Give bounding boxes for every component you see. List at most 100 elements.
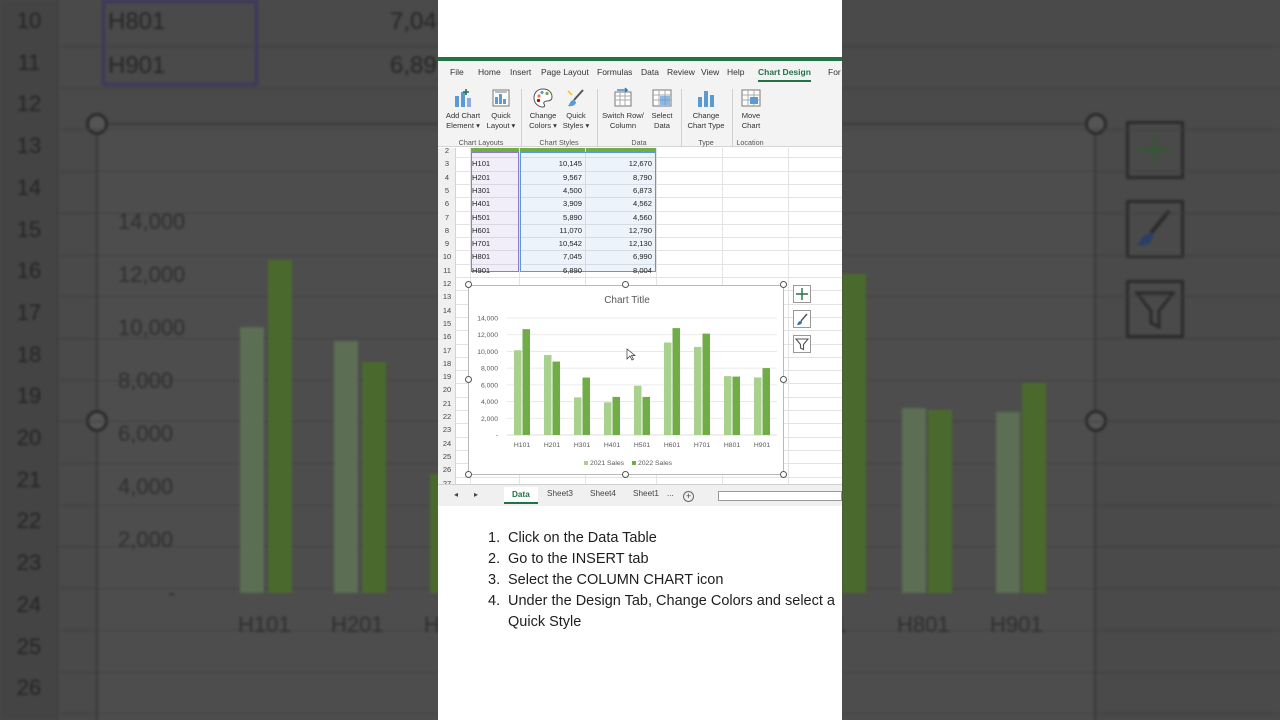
cell-2021-sales[interactable]: 10,145 [520, 157, 582, 170]
horizontal-scrollbar[interactable] [718, 491, 842, 501]
bar-2022-sales[interactable] [642, 396, 651, 435]
cell-item[interactable]: H601 [472, 224, 490, 237]
resize-handle[interactable] [465, 281, 472, 288]
row-number[interactable]: 23 [438, 423, 456, 436]
change-chart-type-button[interactable]: Change Chart Type [684, 87, 728, 131]
cell-2022-sales[interactable]: 12,130 [586, 237, 652, 250]
resize-handle[interactable] [622, 471, 629, 478]
bar-2021-sales[interactable] [574, 397, 582, 435]
cell-2022-sales[interactable]: 6,990 [586, 250, 652, 263]
sheet-tab-sheet4[interactable]: Sheet4 [590, 489, 616, 498]
resize-handle[interactable] [780, 471, 787, 478]
tab-home[interactable]: Home [478, 67, 501, 77]
legend-label[interactable]: 2021 Sales [590, 460, 625, 467]
sheet-tab-sheet1[interactable]: Sheet1 [633, 489, 659, 498]
sheet-tab-data[interactable]: Data [504, 487, 538, 504]
cell-2021-sales[interactable]: 5,890 [520, 211, 582, 224]
tab-page-layout[interactable]: Page Layout [541, 67, 589, 77]
column-chart[interactable]: Chart Title - 2,000 4,000 6,000 8,000 10,000 12… [468, 285, 784, 475]
cell-item[interactable]: H701 [472, 237, 490, 250]
cell-item[interactable]: H101 [472, 157, 490, 170]
row-number[interactable]: 15 [438, 317, 456, 330]
table-row[interactable]: H401 3,909 4,562 [438, 197, 658, 210]
table-row[interactable]: H801 7,045 6,990 [438, 250, 658, 263]
bar-2022-sales[interactable] [612, 396, 621, 435]
row-number[interactable]: 27 [438, 477, 456, 485]
change-colors-button[interactable]: Change Colors ▾ [525, 87, 561, 131]
resize-handle[interactable] [465, 376, 472, 383]
cell-item[interactable]: H801 [472, 250, 490, 263]
row-number[interactable]: 24 [438, 437, 456, 450]
row-number[interactable]: 19 [438, 370, 456, 383]
tab-data[interactable]: Data [641, 67, 659, 77]
scroll-right-icon[interactable]: ▸ [474, 489, 478, 499]
row-number[interactable]: 18 [438, 357, 456, 370]
row-number[interactable]: 22 [438, 410, 456, 423]
bar-2022-sales[interactable] [672, 328, 681, 435]
cell-2021-sales[interactable]: 6,890 [520, 264, 582, 277]
tab-for[interactable]: For [828, 67, 841, 77]
move-chart-button[interactable]: Move Chart [735, 87, 767, 131]
cell-item[interactable]: H301 [472, 184, 490, 197]
resize-handle[interactable] [780, 376, 787, 383]
table-row[interactable]: H901 6,890 8,004 [438, 264, 658, 277]
tab-review[interactable]: Review [667, 67, 695, 77]
tab-formulas[interactable]: Formulas [597, 67, 632, 77]
cell-2022-sales[interactable]: 12,790 [586, 224, 652, 237]
resize-handle[interactable] [622, 281, 629, 288]
table-row[interactable]: H601 11,070 12,790 [438, 224, 658, 237]
bar-2021-sales[interactable] [544, 355, 552, 435]
row-number[interactable]: 12 [438, 277, 456, 290]
add-chart-element-button[interactable]: Add Chart Element ▾ [444, 87, 482, 131]
table-row[interactable]: H701 10,542 12,130 [438, 237, 658, 250]
row-number[interactable]: 26 [438, 463, 456, 476]
switch-row-column-button[interactable]: Switch Row/Column [600, 87, 646, 131]
bar-2021-sales[interactable] [604, 402, 612, 435]
bar-2022-sales[interactable] [582, 377, 591, 435]
cell-2021-sales[interactable]: 11,070 [520, 224, 582, 237]
row-number[interactable]: 14 [438, 304, 456, 317]
resize-handle[interactable] [465, 471, 472, 478]
table-row[interactable]: H301 4,500 6,873 [438, 184, 658, 197]
cell-2021-sales[interactable]: 7,045 [520, 250, 582, 263]
cell-item[interactable]: H501 [472, 211, 490, 224]
cell-2021-sales[interactable]: 3,909 [520, 197, 582, 210]
sheet-tab-sheet3[interactable]: Sheet3 [547, 489, 573, 498]
cell-item[interactable]: H401 [472, 197, 490, 210]
chart-filters-button[interactable] [793, 335, 811, 353]
quick-layout-button[interactable]: Quick Layout ▾ [484, 87, 518, 131]
legend-label[interactable]: 2022 Sales [638, 460, 673, 467]
worksheet[interactable]: 2 3 4 5 6 7 8 9 10 11 12 13 14 15 16 17 18 19 20 21 22 23 24 25… [438, 148, 842, 484]
table-row[interactable]: H201 9,567 8,790 [438, 171, 658, 184]
bar-2022-sales[interactable] [552, 361, 561, 435]
bar-2021-sales[interactable] [754, 377, 762, 435]
cell-item[interactable]: H901 [472, 264, 490, 277]
tab-help[interactable]: Help [727, 67, 744, 77]
chart-title[interactable]: Chart Title [604, 295, 650, 306]
cell-2021-sales[interactable]: 10,542 [520, 237, 582, 250]
bar-2021-sales[interactable] [694, 346, 702, 435]
tab-chart-design[interactable]: Chart Design [758, 67, 811, 82]
row-number[interactable]: 17 [438, 344, 456, 357]
scroll-left-icon[interactable]: ◂ [454, 489, 458, 499]
bar-2022-sales[interactable] [762, 368, 771, 435]
bar-2021-sales[interactable] [514, 350, 522, 435]
row-number[interactable]: 2 [438, 148, 456, 157]
tab-file[interactable]: File [450, 67, 464, 77]
new-sheet-plus-icon[interactable]: + [683, 491, 694, 502]
row-number[interactable]: 16 [438, 330, 456, 343]
bar-2021-sales[interactable] [664, 342, 672, 435]
cell-2021-sales[interactable]: 9,567 [520, 171, 582, 184]
cell-2022-sales[interactable]: 12,670 [586, 157, 652, 170]
row-number[interactable]: 21 [438, 397, 456, 410]
bar-2022-sales[interactable] [702, 333, 711, 435]
resize-handle[interactable] [780, 281, 787, 288]
cell-2021-sales[interactable]: 4,500 [520, 184, 582, 197]
cell-2022-sales[interactable]: 8,790 [586, 171, 652, 184]
cell-2022-sales[interactable]: 4,562 [586, 197, 652, 210]
bar-2021-sales[interactable] [634, 385, 642, 435]
quick-styles-button[interactable]: Quick Styles ▾ [559, 87, 593, 131]
bar-2022-sales[interactable] [522, 329, 531, 435]
tab-view[interactable]: View [701, 67, 719, 77]
bar-2021-sales[interactable] [724, 376, 732, 435]
